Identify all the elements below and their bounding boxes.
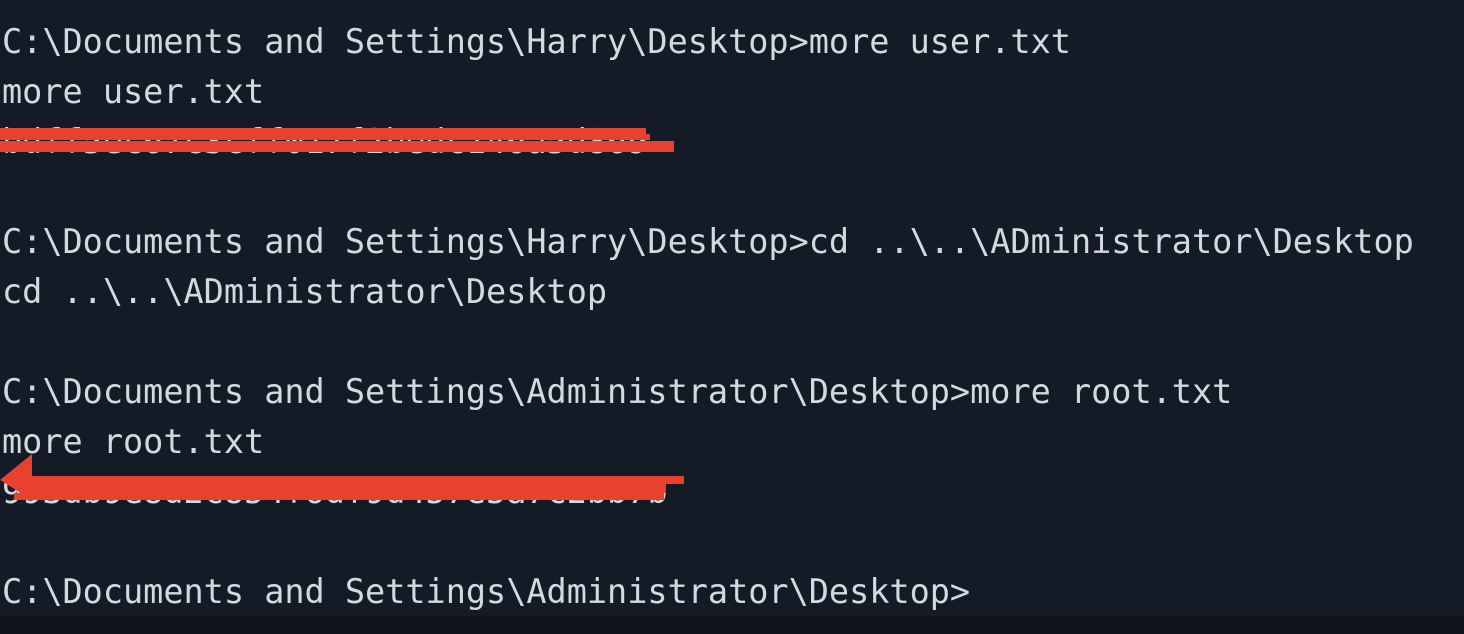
- command-line-more-root: C:\Documents and Settings\Administrator\…: [2, 372, 1233, 411]
- echo-more-user: more user.txt: [2, 72, 265, 111]
- command-line-cd: C:\Documents and Settings\Harry\Desktop>…: [2, 222, 1414, 261]
- echo-more-root: more root.txt: [2, 422, 265, 461]
- echo-cd: cd ..\..\ADministrator\Desktop: [2, 272, 608, 311]
- redaction-mark-root-flag: [28, 476, 684, 484]
- redaction-mark-user-flag-3: [0, 141, 674, 152]
- arrow-left-icon: [0, 454, 32, 500]
- command-line-more-user: C:\Documents and Settings\Harry\Desktop>…: [2, 22, 1071, 61]
- terminal-window[interactable]: C:\Documents and Settings\Harry\Desktop>…: [0, 0, 1464, 634]
- redaction-mark-root-flag-2: [20, 484, 666, 493]
- terminal-bottom-edge: [0, 616, 1464, 634]
- redaction-mark-root-flag-3: [14, 493, 664, 500]
- command-prompt[interactable]: C:\Documents and Settings\Administrator\…: [2, 567, 970, 617]
- redaction-mark-user-flag-2: [0, 134, 650, 140]
